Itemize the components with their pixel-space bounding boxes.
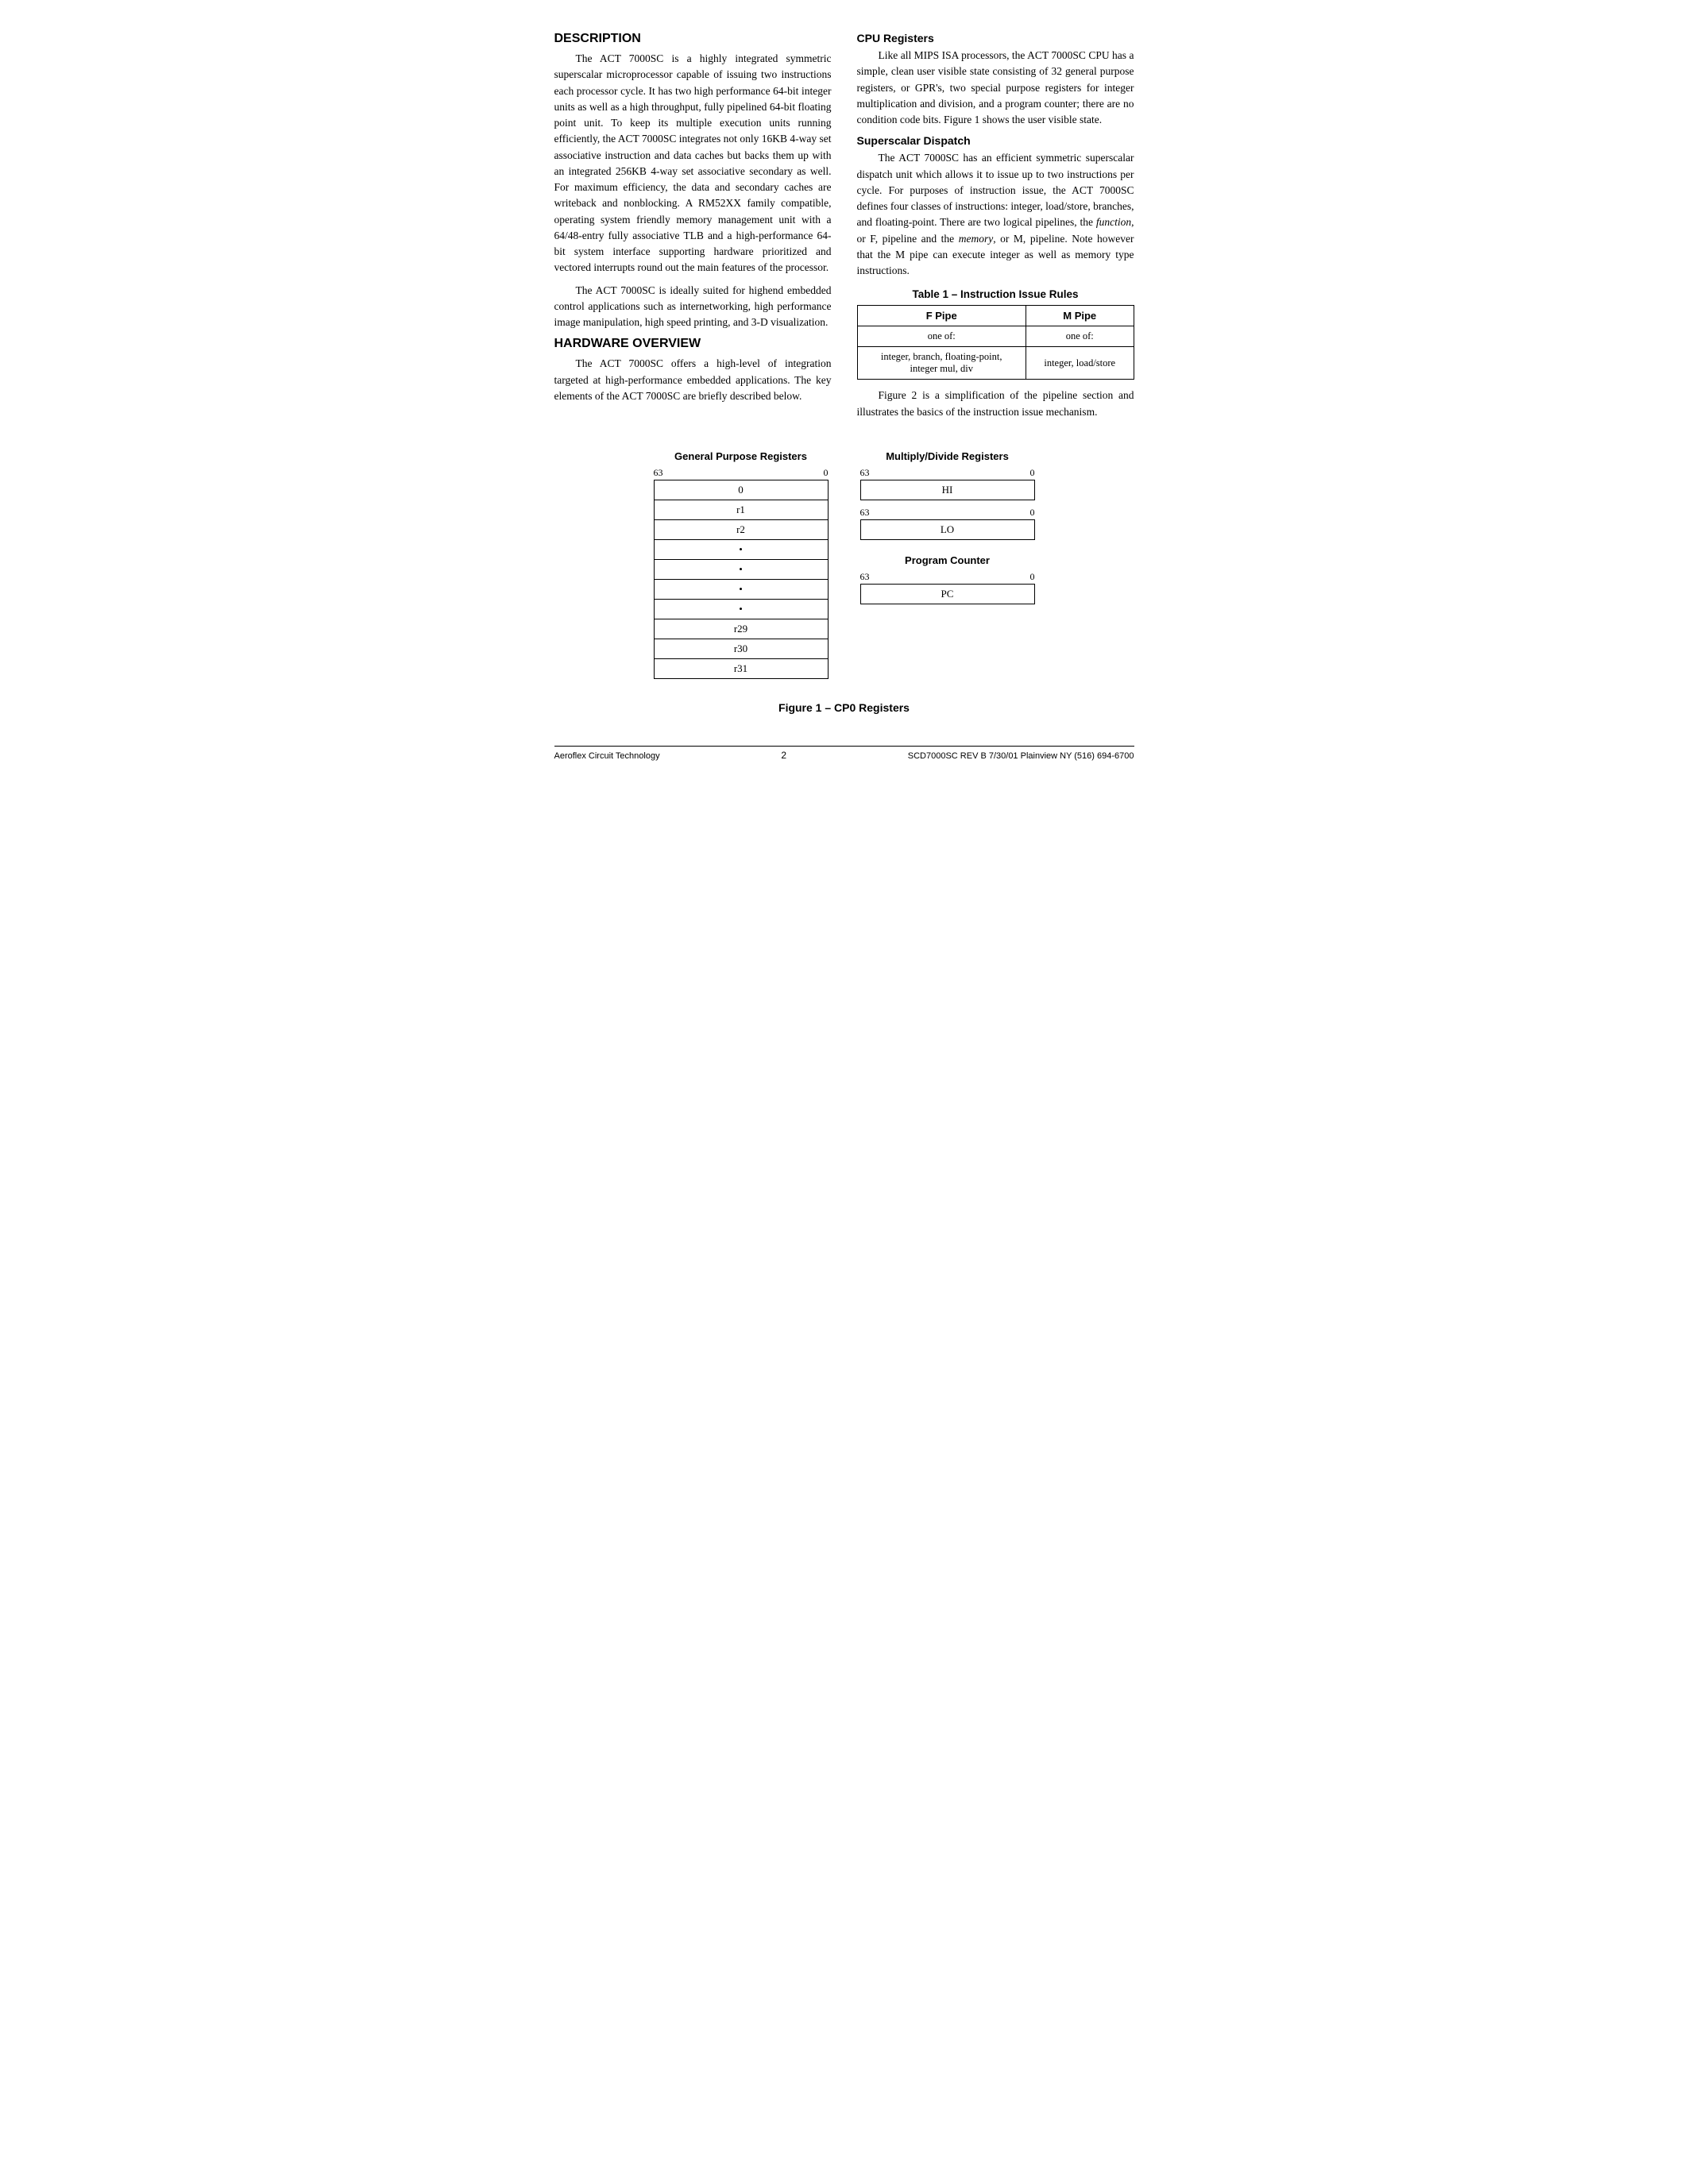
gpr-row-r30: r30 xyxy=(654,639,829,659)
right-diagrams: Multiply/Divide Registers 63 0 HI 63 0 L… xyxy=(860,450,1035,604)
mdr-hi-bit-labels: 63 0 xyxy=(860,467,1035,479)
table-cell-m1: one of: xyxy=(1026,326,1134,347)
cpu-registers-p1: Like all MIPS ISA processors, the ACT 70… xyxy=(857,48,1134,128)
pc-row: PC xyxy=(860,584,1035,604)
figure-caption: Figure 1 – CP0 Registers xyxy=(554,701,1134,714)
table-cell-f1: one of: xyxy=(857,326,1026,347)
figures-section: General Purpose Registers 63 0 0 r1 r2 •… xyxy=(554,450,1134,679)
main-content: DESCRIPTION The ACT 7000SC is a highly i… xyxy=(554,32,1134,426)
mdr-lo-bit-labels: 63 0 xyxy=(860,507,1035,519)
table-row-1: one of: one of: xyxy=(857,326,1134,347)
mdr-bit-right: 0 xyxy=(1030,467,1035,479)
gpr-row-dot3: • xyxy=(654,580,829,600)
gpr-bit-labels: 63 0 xyxy=(654,467,829,479)
instruction-issue-table: F Pipe M Pipe one of: one of: integer, b… xyxy=(857,305,1134,380)
footer-page-number: 2 xyxy=(781,750,786,761)
gpr-title: General Purpose Registers xyxy=(674,450,807,462)
mdr-lo-row: LO xyxy=(860,519,1035,540)
footer-left: Aeroflex Circuit Technology xyxy=(554,751,660,761)
cpu-registers-title: CPU Registers xyxy=(857,32,1134,44)
page: DESCRIPTION The ACT 7000SC is a highly i… xyxy=(554,32,1134,761)
gpr-row-r31: r31 xyxy=(654,659,829,679)
table-row-2: integer, branch, floating-point,integer … xyxy=(857,347,1134,380)
hardware-p1: The ACT 7000SC offers a high-level of in… xyxy=(554,356,832,404)
gpr-row-r2: r2 xyxy=(654,520,829,540)
hardware-title: HARDWARE OVERVIEW xyxy=(554,337,832,351)
mdr-title: Multiply/Divide Registers xyxy=(886,450,1009,462)
superscalar-p1: The ACT 7000SC has an efficient symmetri… xyxy=(857,150,1134,279)
left-column: DESCRIPTION The ACT 7000SC is a highly i… xyxy=(554,32,832,426)
table-cell-f2: integer, branch, floating-point,integer … xyxy=(857,347,1026,380)
description-p2: The ACT 7000SC is ideally suited for hig… xyxy=(554,283,832,331)
mdr-hi-row: HI xyxy=(860,480,1035,500)
superscalar-title: Superscalar Dispatch xyxy=(857,134,1134,147)
mdr-lo-bit-left: 63 xyxy=(860,507,870,519)
gpr-row-0: 0 xyxy=(654,480,829,500)
gpr-row-dot1: • xyxy=(654,540,829,560)
table-header-mpipe: M Pipe xyxy=(1026,306,1134,326)
gpr-row-r1: r1 xyxy=(654,500,829,520)
gpr-bit-left: 63 xyxy=(654,467,663,479)
pc-block: Program Counter 63 0 PC xyxy=(860,554,1035,604)
footer-right: SCD7000SC REV B 7/30/01 Plainview NY (51… xyxy=(908,751,1134,761)
footer: Aeroflex Circuit Technology 2 SCD7000SC … xyxy=(554,746,1134,761)
gpr-row-dot2: • xyxy=(654,560,829,580)
pc-bit-right: 0 xyxy=(1030,571,1035,583)
pc-bit-labels: 63 0 xyxy=(860,571,1035,583)
description-p1: The ACT 7000SC is a highly integrated sy… xyxy=(554,51,832,276)
table-header-fpipe: F Pipe xyxy=(857,306,1026,326)
right-column: CPU Registers Like all MIPS ISA processo… xyxy=(857,32,1134,426)
mdr-lo-bit-right: 0 xyxy=(1030,507,1035,519)
gpr-block: General Purpose Registers 63 0 0 r1 r2 •… xyxy=(654,450,829,679)
gpr-row-dot4: • xyxy=(654,600,829,619)
pc-bit-left: 63 xyxy=(860,571,870,583)
description-title: DESCRIPTION xyxy=(554,32,832,46)
table-cell-m2: integer, load/store xyxy=(1026,347,1134,380)
table-title: Table 1 – Instruction Issue Rules xyxy=(857,288,1134,300)
mdr-bit-left: 63 xyxy=(860,467,870,479)
gpr-bit-right: 0 xyxy=(824,467,829,479)
gpr-row-r29: r29 xyxy=(654,619,829,639)
pc-title: Program Counter xyxy=(905,554,990,566)
mdr-block: Multiply/Divide Registers 63 0 HI 63 0 L… xyxy=(860,450,1035,540)
figure-below-table: Figure 2 is a simplification of the pipe… xyxy=(857,388,1134,420)
